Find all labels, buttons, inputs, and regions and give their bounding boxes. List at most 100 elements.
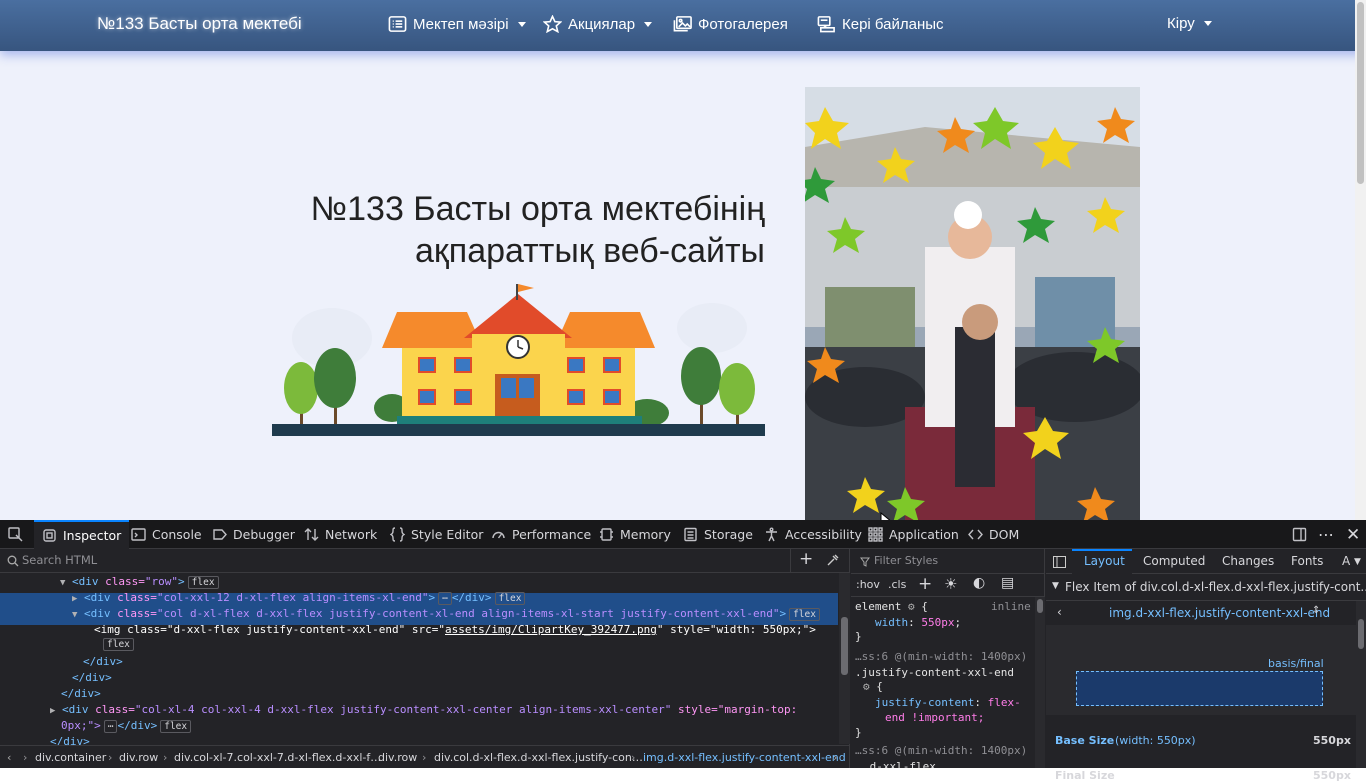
flex-badge[interactable]: flex [494, 592, 526, 605]
element-picker-button[interactable] [8, 520, 23, 549]
collapsed-badge[interactable]: ⋯ [103, 720, 118, 733]
cls-toggle[interactable]: .cls [888, 578, 906, 591]
add-node-button[interactable]: + [799, 549, 813, 569]
flex-badge[interactable]: flex [160, 720, 192, 733]
rule-selector: .justify-content-xxl-end [855, 666, 1014, 679]
breadcrumb-item[interactable]: div.row [378, 751, 417, 764]
nav-actions[interactable]: Акциялар [543, 15, 653, 33]
eyedropper-icon[interactable] [826, 554, 839, 567]
page-scrollbar[interactable] [1355, 0, 1366, 520]
network-icon [304, 528, 319, 541]
navbar: №133 Басты орта мектебі Мектеп мәзірі Ак… [0, 0, 1366, 51]
tab-console[interactable]: Console [131, 520, 202, 549]
flex-badge[interactable]: flex [187, 576, 219, 589]
tab-debugger[interactable]: Debugger [212, 520, 295, 549]
scrollbar-thumb[interactable] [1357, 2, 1364, 184]
search-html-input[interactable]: Search HTML [22, 553, 97, 567]
collapsed-badge[interactable]: ⋯ [438, 592, 452, 605]
rule-declaration-cont: end !important; [885, 711, 985, 724]
markup-line[interactable]: ▶ <div class="col-xl-4 col-xxl-4 d-xxl-f… [50, 702, 797, 719]
flex-item-header[interactable]: ▼ Flex Item of div.col.d-xl-flex.d-xxl-f… [1046, 575, 1366, 601]
nav-photo-gallery[interactable]: Фотогалерея [673, 15, 788, 33]
tab-changes[interactable]: Changes [1222, 554, 1274, 568]
markup-line[interactable]: 0px;"> ⋯ </div> flex [61, 718, 192, 734]
login-dropdown[interactable]: Кіру [1167, 15, 1212, 32]
close-devtools-button[interactable]: ✕ [1346, 520, 1360, 549]
print-media-icon[interactable]: ▤ [1001, 575, 1014, 591]
markup-line[interactable]: </div> [72, 670, 112, 686]
tab-label: Storage [704, 527, 753, 542]
toggle-sidebar-icon[interactable] [1053, 556, 1066, 568]
memory-icon [600, 528, 613, 541]
tab-memory[interactable]: Memory [599, 520, 671, 549]
school-photo [805, 87, 1140, 520]
flex-badge[interactable]: flex [789, 608, 820, 621]
rules-toolbar: :hov .cls + ☀ ◐ ▤ [851, 573, 1045, 597]
markup-line[interactable]: ▶ <div class="col-xxl-12 d-xl-flex align… [72, 590, 526, 607]
tab-application[interactable]: Application [868, 520, 959, 549]
tab-accessibility[interactable]: Accessibility [764, 520, 862, 549]
breadcrumb-item-current[interactable]: img.d-xxl-flex.justify-content-xxl-end [643, 751, 846, 764]
flex-badge[interactable]: flex [103, 638, 134, 651]
markup-panel: Search HTML + ▼ <div class="row"> flex ▶ … [0, 549, 850, 768]
chevron-down-icon [517, 21, 526, 27]
layout-scrollbar[interactable] [1356, 601, 1366, 768]
markup-line[interactable]: </div> [61, 686, 101, 702]
flex-item-size-bar [1076, 671, 1323, 706]
tab-storage[interactable]: Storage [683, 520, 753, 549]
tab-label: Console [152, 527, 202, 542]
tab-layout[interactable]: Layout [1084, 554, 1125, 568]
img-src-link[interactable]: assets/img/ClipartKey_392477.png [445, 623, 657, 636]
add-rule-button[interactable]: + [918, 574, 932, 594]
markup-line[interactable]: </div> [83, 654, 123, 670]
tab-dom[interactable]: DOM [968, 520, 1019, 549]
breadcrumb-next-icon[interactable]: › [833, 751, 837, 764]
nav-feedback[interactable]: Кері байланыс [817, 15, 944, 33]
markup-line[interactable]: ▼ <div class="col d-xl-flex d-xxl-flex j… [72, 606, 820, 623]
close-icon: ✕ [1346, 524, 1361, 545]
accessibility-icon [766, 527, 777, 542]
rule-declaration[interactable]: justify-content: flex- [875, 695, 1021, 710]
tab-fonts[interactable]: Fonts [1291, 554, 1323, 568]
mouse-cursor-icon [880, 512, 891, 520]
rules-scrollbar[interactable] [1035, 597, 1045, 768]
filter-icon [860, 557, 870, 567]
hero-title-line: №133 Басты орта мектебінің [310, 190, 765, 228]
tab-performance[interactable]: Performance [491, 520, 591, 549]
nav-label: Мектеп мәзірі [413, 15, 509, 33]
markup-scrollbar[interactable] [839, 573, 850, 744]
light-theme-icon[interactable]: ☀ [944, 575, 957, 593]
breadcrumb-prev-icon[interactable]: ‹ [7, 751, 11, 764]
braces-icon [390, 527, 405, 542]
more-options-button[interactable]: ⋯ [1318, 520, 1334, 549]
tab-inspector[interactable]: Inspector [34, 520, 130, 549]
tab-computed[interactable]: Computed [1143, 554, 1205, 568]
markup-line[interactable]: ▼ <div class="row"> flex [60, 574, 219, 591]
rule-source[interactable]: …ss:6 @(min-width: 1400px) [855, 743, 1027, 758]
rule-source[interactable]: …ss:6 @(min-width: 1400px) [855, 649, 1027, 664]
back-icon[interactable]: ‹ [1057, 605, 1062, 619]
scrollbar-thumb[interactable] [841, 617, 848, 675]
brand-link[interactable]: №133 Басты орта мектебі [97, 14, 302, 34]
breadcrumb-item[interactable]: div.container [35, 751, 106, 764]
dark-theme-icon[interactable]: ◐ [973, 575, 985, 591]
basis-final-label: basis/final [1268, 657, 1324, 670]
filter-styles-input[interactable]: Filter Styles [874, 554, 938, 567]
markup-line-selected[interactable]: <img class="d-xxl-flex justify-content-x… [94, 622, 816, 638]
dock-toggle-button[interactable] [1292, 520, 1307, 549]
tab-animations[interactable]: A [1342, 554, 1350, 568]
hov-toggle[interactable]: :hov [856, 578, 880, 591]
chevron-down-icon [644, 21, 653, 27]
rule-selector: .d-xxl-flex [863, 760, 936, 768]
flex-item-selector[interactable]: ‹ img.d-xxl-flex.justify-content-xxl-end… [1046, 601, 1366, 625]
nav-school-menu[interactable]: Мектеп мәзірі [388, 15, 526, 33]
tab-network[interactable]: Network [304, 520, 377, 549]
tab-label: Application [889, 527, 959, 542]
tab-label: DOM [989, 527, 1020, 542]
tab-style-editor[interactable]: Style Editor [390, 520, 483, 549]
breadcrumb-item[interactable]: div.col.d-xl-flex.d-xxl-flex.justify-con… [434, 751, 643, 764]
breadcrumb-item[interactable]: div.row [119, 751, 158, 764]
rule-declaration[interactable]: width: 550px; [875, 615, 961, 630]
breadcrumb-item[interactable]: div.col-xl-7.col-xxl-7.d-xl-flex.d-xxl-f… [174, 751, 381, 764]
chevron-down-icon[interactable]: ▼ [1354, 557, 1361, 567]
